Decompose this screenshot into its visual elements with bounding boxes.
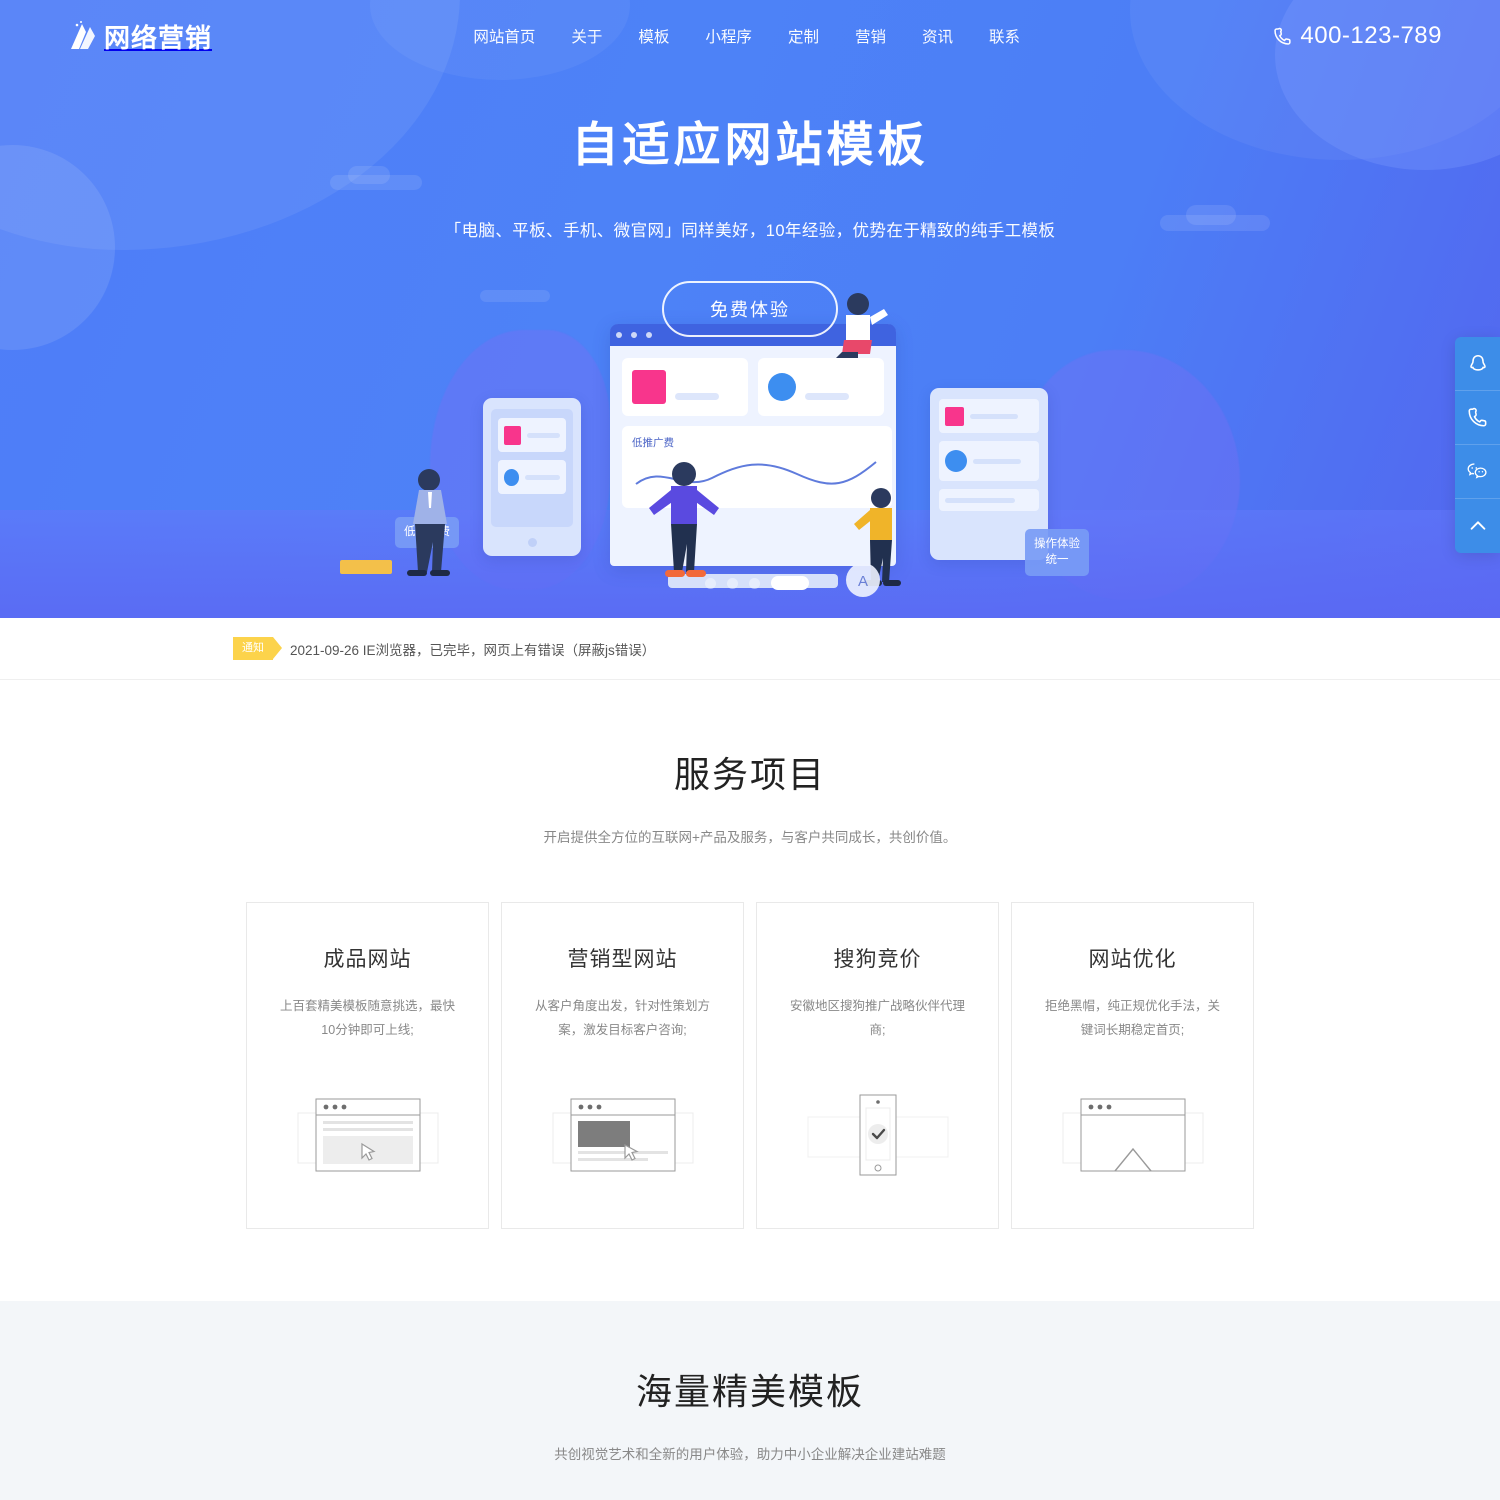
- templates-title: 海量精美模板: [635, 1371, 864, 1412]
- notice-text[interactable]: 2021-09-26 IE浏览器，已完毕，网页上有错误（屏蔽js错误）: [290, 639, 655, 659]
- browser-content-icon: [549, 1089, 697, 1186]
- floating-contact-sidebar: [1455, 337, 1500, 553]
- services-section: 服务项目 开启提供全方位的互联网+产品及服务，与客户共同成长，共创价值。 成品网…: [0, 680, 1500, 1301]
- site-logo[interactable]: 网络营销: [68, 18, 212, 55]
- nav-item-template[interactable]: 模板: [638, 25, 669, 47]
- templates-section: 海量精美模板 共创视觉艺术和全新的用户体验，助力中小企业解决企业建站难题 说说大…: [0, 1301, 1500, 1500]
- service-card-seo[interactable]: 网站优化 拒绝黑帽，纯正规优化手法，关键词长期稳定首页;: [1011, 902, 1254, 1229]
- hero-banner: 网络营销 网站首页 关于 模板 小程序 定制 营销 资讯 联系 400-123-…: [0, 0, 1500, 618]
- services-subtitle: 开启提供全方位的互联网+产品及服务，与客户共同成长，共创价值。: [543, 830, 957, 845]
- service-card-desc: 安徽地区搜狗推广战略伙伴代理商;: [790, 999, 966, 1037]
- phone-number: 400-123-789: [1300, 22, 1442, 49]
- illustration-badge-right: 操作体验 统一: [1025, 528, 1089, 576]
- hero-content: 自适应网站模板 「电脑、平板、手机、微官网」同样美好，10年经验，优势在于精致的…: [0, 72, 1500, 337]
- service-card-title: 成品网站: [323, 948, 412, 971]
- hero-carousel-dots: [705, 576, 809, 590]
- browser-cursor-icon: [294, 1089, 442, 1186]
- service-card-desc: 拒绝黑帽，纯正规优化手法，关键词长期稳定首页;: [1045, 999, 1221, 1037]
- carousel-dot-3[interactable]: [749, 577, 760, 589]
- hero-title: 自适应网站模板: [571, 118, 929, 171]
- sidebar-item-phone[interactable]: [1455, 391, 1500, 445]
- sidebar-item-back-to-top[interactable]: [1455, 499, 1500, 553]
- templates-subtitle: 共创视觉艺术和全新的用户体验，助力中小企业解决企业建站难题: [554, 1447, 946, 1462]
- services-card-list: 成品网站 上百套精美模板随意挑选，最快10分钟即可上线; 营销型网站 从客户角度…: [0, 902, 1500, 1229]
- site-header: 网络营销 网站首页 关于 模板 小程序 定制 营销 资讯 联系 400-123-…: [0, 0, 1500, 72]
- nav-item-news[interactable]: 资讯: [922, 25, 953, 47]
- service-card-desc: 从客户角度出发，针对性策划方案，激发目标客户咨询;: [535, 999, 711, 1037]
- sidebar-item-wechat[interactable]: [1455, 445, 1500, 499]
- main-navigation: 网站首页 关于 模板 小程序 定制 营销 资讯 联系: [220, 25, 1273, 47]
- services-title: 服务项目: [673, 754, 826, 795]
- nav-item-marketing[interactable]: 营销: [855, 25, 886, 47]
- carousel-dot-1[interactable]: [705, 577, 716, 589]
- carousel-dot-2[interactable]: [727, 577, 738, 589]
- service-card-sogou-bidding[interactable]: 搜狗竞价 安徽地区搜狗推广战略伙伴代理商;: [756, 902, 999, 1229]
- service-card-finished-site[interactable]: 成品网站 上百套精美模板随意挑选，最快10分钟即可上线;: [246, 902, 489, 1229]
- illustration-person-center: [649, 462, 719, 577]
- qq-icon: [1467, 353, 1489, 375]
- svg-text:A: A: [858, 573, 868, 590]
- notice-bar: 通知 2021-09-26 IE浏览器，已完毕，网页上有错误（屏蔽js错误）: [0, 618, 1500, 680]
- tablet-check-icon: [804, 1089, 952, 1186]
- nav-item-home[interactable]: 网站首页: [473, 25, 535, 47]
- header-phone[interactable]: 400-123-789: [1273, 22, 1442, 50]
- illustration-circle-badge: A: [846, 563, 880, 597]
- illustration-tablet-left: [483, 398, 581, 556]
- browser-image-icon: [1059, 1089, 1207, 1186]
- phone-icon: [1273, 27, 1292, 46]
- phone-icon: [1467, 407, 1488, 428]
- service-card-title: 网站优化: [1088, 948, 1177, 971]
- sidebar-item-qq[interactable]: [1455, 337, 1500, 391]
- illustration-person-left: [407, 469, 450, 576]
- brand-mark-icon: [68, 20, 98, 52]
- logo-text: 网络营销: [104, 22, 213, 53]
- page-root: 网络营销 网站首页 关于 模板 小程序 定制 营销 资讯 联系 400-123-…: [0, 0, 1500, 1500]
- notice-badge: 通知: [233, 637, 282, 660]
- nav-item-contact[interactable]: 联系: [989, 25, 1020, 47]
- chevron-up-icon: [1467, 515, 1489, 537]
- service-card-title: 搜狗竞价: [833, 948, 922, 971]
- service-card-desc: 上百套精美模板随意挑选，最快10分钟即可上线;: [280, 999, 456, 1037]
- free-trial-button[interactable]: 免费体验: [662, 281, 838, 337]
- wechat-icon: [1466, 460, 1489, 483]
- nav-item-custom[interactable]: 定制: [788, 25, 819, 47]
- service-card-marketing-site[interactable]: 营销型网站 从客户角度出发，针对性策划方案，激发目标客户咨询;: [501, 902, 744, 1229]
- nav-item-about[interactable]: 关于: [571, 25, 602, 47]
- illustration-chart-label: 低推广费: [632, 437, 674, 449]
- illustration-gold-block: [340, 560, 392, 574]
- carousel-dot-4-active[interactable]: [771, 576, 809, 590]
- service-card-title: 营销型网站: [567, 948, 678, 971]
- hero-subtitle: 「电脑、平板、手机、微官网」同样美好，10年经验，优势在于精致的纯手工模板: [444, 222, 1056, 240]
- nav-item-miniapp[interactable]: 小程序: [705, 25, 752, 47]
- hero-illustration: 低推广费 低制作费 操作体验: [0, 288, 1500, 618]
